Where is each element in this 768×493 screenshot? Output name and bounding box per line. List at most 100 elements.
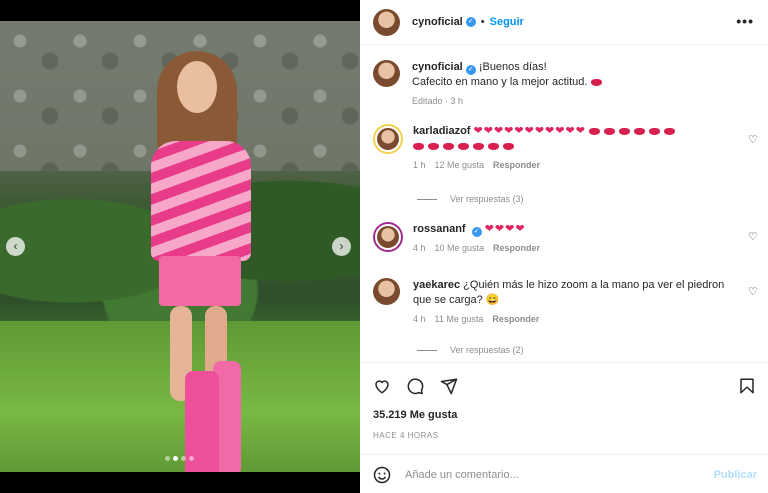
lips-emoji-row [588, 125, 679, 137]
comment-time: 4 h [413, 314, 426, 324]
lips-emoji-icon [633, 127, 645, 135]
lips-emoji-icon [588, 127, 600, 135]
hearts-emoji: ❤❤❤❤ [484, 223, 526, 235]
comment: rossananf ✓ ❤❤❤❤ 4 h 10 Me gusta Respond… [373, 222, 540, 256]
caption-line2: Cafecito en mano y la mejor actitud. [412, 76, 588, 88]
author-avatar[interactable] [373, 8, 400, 36]
emoji-icon[interactable] [373, 466, 391, 484]
sweater [151, 141, 251, 261]
post-photo [0, 21, 360, 472]
instagram-post-modal: ‹ › cynoficial ✓ • Seguir ••• cynoficial… [0, 0, 768, 493]
lips-emoji-icon [443, 142, 454, 150]
comment-input[interactable] [405, 469, 695, 481]
lips-emoji-icon [590, 78, 602, 86]
carousel-dot [165, 456, 170, 461]
caption: cynoficial ✓ ¡Buenos días! Cafecito en ma… [373, 60, 606, 109]
verified-icon: ✓ [471, 227, 482, 237]
lips-emoji-row [413, 140, 518, 152]
shorts [159, 256, 241, 306]
view-replies-label: Ver respuestas (2) [450, 345, 524, 355]
comment-text: yaekarec ¿Quién más le hizo zoom a la ma… [413, 278, 733, 308]
lips-emoji-icon [648, 127, 660, 135]
verified-icon: ✓ [465, 65, 476, 75]
carousel-dot [181, 456, 186, 461]
comment-content: ¿Quién más le hizo zoom a la mano pa ver… [413, 279, 725, 306]
avatar-image [375, 126, 401, 152]
person-figure [145, 51, 295, 472]
comment-composer: Publicar [360, 454, 768, 493]
bookmark-icon[interactable] [738, 377, 756, 395]
comment-author[interactable]: karladiazof [413, 125, 470, 137]
comment-icon[interactable] [406, 377, 424, 395]
comment-author[interactable]: yaekarec [413, 279, 460, 291]
caption-text: cynoficial ✓ ¡Buenos días! Cafecito en ma… [412, 60, 606, 90]
bookmark-svg [740, 378, 754, 394]
replies-line [417, 349, 437, 351]
reply-button[interactable]: Responder [492, 312, 539, 327]
view-replies-label: Ver respuestas (3) [450, 194, 524, 204]
separator-dot: • [480, 16, 485, 28]
carousel-dot [189, 456, 194, 461]
share-icon[interactable] [440, 377, 458, 395]
likes-count[interactable]: 35.219 Me gusta [373, 409, 457, 421]
commenter-avatar[interactable] [373, 222, 403, 252]
carousel-dot-active [173, 456, 178, 461]
verified-icon: ✓ [465, 17, 476, 27]
comment-body: karladiazof ❤❤❤❤❤❤❤❤❤❤❤ 1 h 12 Me gusta … [413, 124, 743, 173]
comment-text: karladiazof ❤❤❤❤❤❤❤❤❤❤❤ [413, 124, 743, 154]
comment-body: rossananf ✓ ❤❤❤❤ 4 h 10 Me gusta Respond… [413, 222, 540, 256]
heart-svg [375, 380, 389, 394]
carousel-dots [165, 456, 194, 461]
publish-button[interactable]: Publicar [714, 469, 757, 481]
caption-avatar[interactable] [373, 60, 400, 87]
lips-emoji-icon [458, 142, 469, 150]
caption-author[interactable]: cynoficial [412, 61, 463, 73]
more-icon[interactable]: ••• [736, 13, 754, 29]
face [177, 61, 217, 113]
comment-likes[interactable]: 12 Me gusta [435, 158, 485, 173]
lips-emoji-icon [503, 142, 514, 150]
comment-body: yaekarec ¿Quién más le hizo zoom a la ma… [413, 278, 733, 327]
comment-author[interactable]: rossananf [413, 223, 466, 235]
post-media: ‹ › [0, 0, 360, 493]
caption-meta: Editado · 3 h [412, 94, 606, 109]
comment-meta: 1 h 12 Me gusta Responder [413, 158, 743, 173]
commenter-avatar[interactable] [373, 278, 400, 305]
lips-emoji-icon [413, 142, 424, 150]
carousel-prev-button[interactable]: ‹ [6, 237, 25, 256]
comment-like-heart-icon[interactable]: ♡ [748, 232, 758, 243]
lips-emoji-icon [473, 142, 484, 150]
edited-timestamp: Editado · 3 h [412, 96, 464, 106]
share-svg [440, 378, 458, 395]
caption-line1: ¡Buenos días! [478, 61, 547, 73]
comment-like-heart-icon[interactable]: ♡ [748, 135, 758, 146]
commenter-avatar[interactable] [373, 124, 403, 154]
hearts-emoji: ❤❤❤❤❤❤❤❤❤❤❤ [473, 125, 586, 137]
lips-emoji-icon [488, 142, 499, 150]
post-actions: 35.219 Me gusta HACE 4 HORAS Publicar [360, 362, 768, 493]
lips-emoji-icon [663, 127, 675, 135]
comment: karladiazof ❤❤❤❤❤❤❤❤❤❤❤ 1 h 12 Me gusta … [373, 124, 743, 173]
comment-meta: 4 h 10 Me gusta Responder [413, 241, 540, 256]
post-header: cynoficial ✓ • Seguir ••• [360, 0, 768, 45]
comment-time: 4 h [413, 243, 426, 253]
reply-button[interactable]: Responder [493, 241, 540, 256]
post-timestamp: HACE 4 HORAS [373, 431, 439, 440]
view-replies-button[interactable]: Ver respuestas (3) [417, 194, 524, 204]
comment: yaekarec ¿Quién más le hizo zoom a la ma… [373, 278, 733, 327]
avatar-image [375, 224, 401, 250]
emoji-svg [373, 466, 391, 484]
lips-emoji-icon [618, 127, 630, 135]
lips-emoji-icon [428, 142, 439, 150]
author-username[interactable]: cynoficial [412, 16, 463, 28]
view-replies-button[interactable]: Ver respuestas (2) [417, 345, 524, 355]
reply-button[interactable]: Responder [493, 158, 540, 173]
comment-text: rossananf ✓ ❤❤❤❤ [413, 222, 540, 237]
lips-emoji-icon [603, 127, 615, 135]
comment-likes[interactable]: 11 Me gusta [435, 312, 484, 327]
follow-button[interactable]: Seguir [490, 16, 524, 28]
comment-like-heart-icon[interactable]: ♡ [748, 287, 758, 298]
comment-likes[interactable]: 10 Me gusta [435, 241, 485, 256]
heart-icon[interactable] [373, 377, 391, 395]
carousel-next-button[interactable]: › [332, 237, 351, 256]
